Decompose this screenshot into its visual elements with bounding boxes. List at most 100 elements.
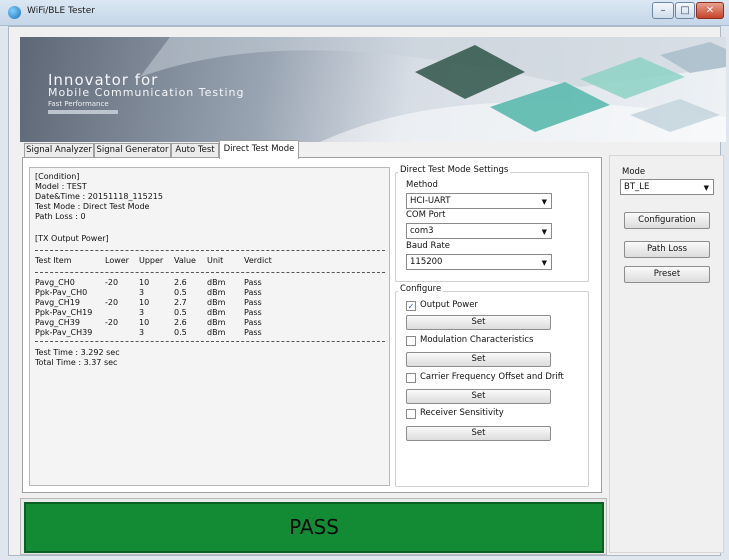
table-cell: 3 [139, 328, 145, 337]
baud-rate-label: Baud Rate [406, 241, 451, 251]
column-header: Test Item [35, 256, 72, 265]
total-time-line: Total Time : 3.37 sec [35, 358, 118, 367]
table-cell: 0.5 [174, 288, 187, 297]
dtm-settings-title: Direct Test Mode Settings [398, 165, 511, 175]
tx-output-header: [TX Output Power] [35, 234, 109, 243]
condition-header: [Condition] [35, 172, 80, 181]
table-cell: Pass [244, 278, 262, 287]
pass-result-banner: PASS [24, 502, 604, 553]
table-cell: Pass [244, 318, 262, 327]
table-cell: Pass [244, 308, 262, 317]
output-power-checkbox[interactable]: ✓ [406, 301, 416, 311]
table-cell: 0.5 [174, 328, 187, 337]
receiver-sensitivity-checkbox[interactable] [406, 409, 416, 419]
table-cell: dBm [207, 278, 226, 287]
set-carrier-frequency-button[interactable]: Set [406, 389, 551, 404]
path-loss-line: Path Loss : 0 [35, 212, 86, 221]
table-cell: 2.6 [174, 318, 187, 327]
table-cell: dBm [207, 298, 226, 307]
table-cell: -20 [105, 278, 119, 287]
app-icon [8, 6, 21, 19]
table-cell: Pavg_CH19 [35, 298, 80, 307]
maximize-button[interactable]: □ [675, 2, 695, 19]
banner-tagline: Fast Performance [48, 100, 109, 108]
tab-signal-analyzer[interactable]: Signal Analyzer [24, 143, 94, 158]
minimize-button[interactable]: – [652, 2, 674, 19]
com-port-value: com3 [410, 226, 434, 236]
table-cell: dBm [207, 328, 226, 337]
divider [35, 341, 385, 342]
title-bar [0, 0, 729, 26]
table-cell: 0.5 [174, 308, 187, 317]
configure-title: Configure [398, 284, 444, 294]
table-row: Ppk-Pav_CH19 3 0.5 dBm Pass [35, 308, 385, 318]
table-row: Pavg_CH0 -20 10 2.6 dBm Pass [35, 278, 385, 288]
table-cell: Pass [244, 298, 262, 307]
modulation-characteristics-label: Modulation Characteristics [420, 335, 534, 345]
method-value: HCI-UART [410, 196, 451, 206]
chevron-down-icon: ▼ [541, 198, 547, 206]
tab-signal-generator[interactable]: Signal Generator [94, 143, 171, 158]
baud-rate-value: 115200 [410, 257, 443, 267]
table-cell: Pass [244, 328, 262, 337]
column-header: Value [174, 256, 196, 265]
table-cell: -20 [105, 298, 119, 307]
table-cell: Ppk-Pav_CH0 [35, 288, 88, 297]
com-port-select[interactable]: com3 ▼ [406, 223, 552, 239]
set-output-power-button[interactable]: Set [406, 315, 551, 330]
chevron-down-icon: ▼ [703, 184, 709, 192]
preset-button[interactable]: Preset [624, 266, 710, 283]
table-cell: dBm [207, 318, 226, 327]
configuration-button[interactable]: Configuration [624, 212, 710, 229]
close-button[interactable]: ✕ [696, 2, 724, 19]
table-row: Ppk-Pav_CH0 3 0.5 dBm Pass [35, 288, 385, 298]
modulation-characteristics-checkbox[interactable] [406, 336, 416, 346]
set-receiver-sensitivity-button[interactable]: Set [406, 426, 551, 441]
baud-rate-select[interactable]: 115200 ▼ [406, 254, 552, 270]
table-cell: Pavg_CH39 [35, 318, 80, 327]
divider [35, 250, 385, 251]
method-select[interactable]: HCI-UART ▼ [406, 193, 552, 209]
tab-direct-test-mode[interactable]: Direct Test Mode [219, 140, 299, 159]
table-cell: Ppk-Pav_CH39 [35, 328, 93, 337]
table-row: Ppk-Pav_CH39 3 0.5 dBm Pass [35, 328, 385, 338]
carrier-frequency-offset-checkbox[interactable] [406, 373, 416, 383]
datetime-line: Date&Time : 20151118_115215 [35, 192, 163, 201]
table-cell: -20 [105, 318, 119, 327]
table-cell: dBm [207, 308, 226, 317]
divider [35, 272, 385, 273]
tab-auto-test[interactable]: Auto Test [171, 143, 219, 158]
set-modulation-button[interactable]: Set [406, 352, 551, 367]
test-mode-line: Test Mode : Direct Test Mode [35, 202, 150, 211]
chevron-down-icon: ▼ [541, 259, 547, 267]
receiver-sensitivity-label: Receiver Sensitivity [420, 408, 504, 418]
table-cell: 10 [139, 318, 150, 327]
table-cell: Pass [244, 288, 262, 297]
mode-label: Mode [622, 167, 646, 177]
banner-stripe [48, 110, 118, 114]
column-header: Verdict [244, 256, 272, 265]
mode-value: BT_LE [624, 182, 650, 192]
banner-subtitle: Mobile Communication Testing [48, 86, 245, 99]
table-cell: 3 [139, 288, 145, 297]
table-cell: Pavg_CH0 [35, 278, 75, 287]
banner: Innovator for Mobile Communication Testi… [20, 37, 726, 142]
table-row: Pavg_CH19 -20 10 2.7 dBm Pass [35, 298, 385, 308]
table-cell: 10 [139, 278, 150, 287]
test-time-line: Test Time : 3.292 sec [35, 348, 120, 357]
method-label: Method [406, 180, 438, 190]
table-cell: Ppk-Pav_CH19 [35, 308, 93, 317]
mode-select[interactable]: BT_LE ▼ [620, 179, 714, 195]
path-loss-button[interactable]: Path Loss [624, 241, 710, 258]
carrier-frequency-offset-label: Carrier Frequency Offset and Drift [420, 372, 564, 382]
chevron-down-icon: ▼ [541, 228, 547, 236]
table-cell: 2.7 [174, 298, 187, 307]
column-header: Upper [139, 256, 164, 265]
table-cell: 10 [139, 298, 150, 307]
window-title: WiFi/BLE Tester [27, 6, 95, 16]
model-line: Model : TEST [35, 182, 87, 191]
column-header: Unit [207, 256, 224, 265]
results-report[interactable]: [Condition] Model : TEST Date&Time : 201… [29, 167, 390, 486]
com-port-label: COM Port [406, 210, 446, 220]
table-cell: dBm [207, 288, 226, 297]
